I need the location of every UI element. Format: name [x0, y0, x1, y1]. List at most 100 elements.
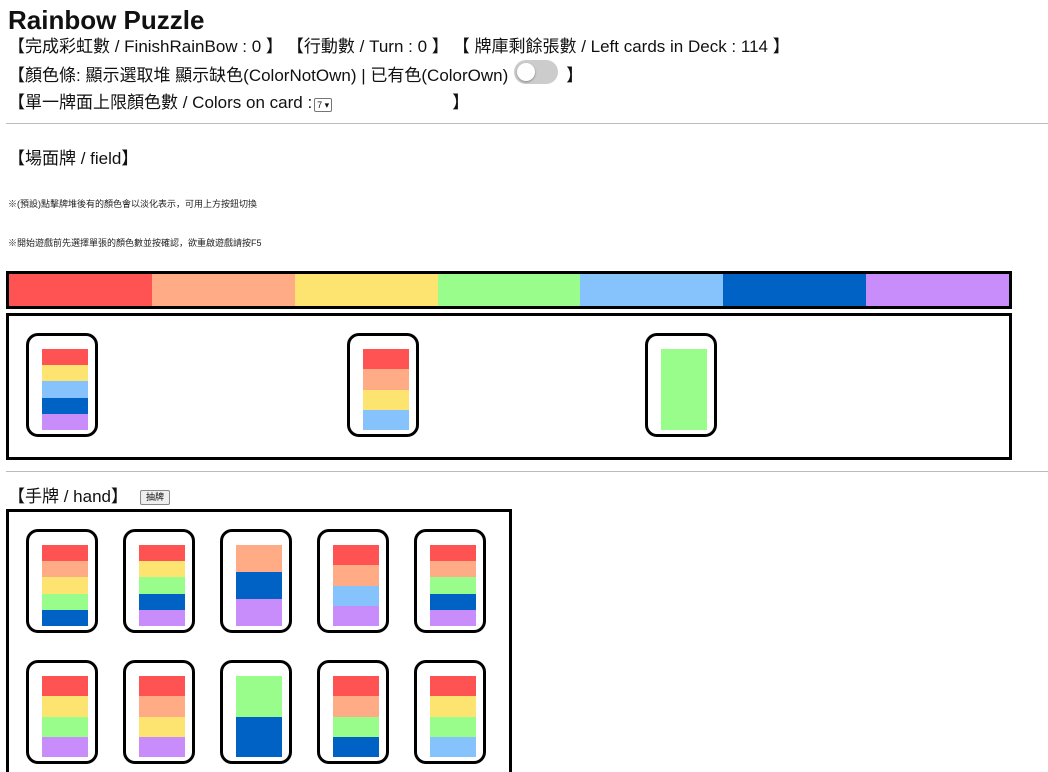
color-stripe-peach: [42, 561, 88, 578]
field-card[interactable]: [26, 333, 98, 437]
color-stripe-peach: [139, 696, 185, 717]
color-stripe-green: [661, 349, 707, 430]
rainbow-segment-yellow: [294, 274, 438, 306]
color-stripe-purple: [42, 736, 88, 757]
hand-area: [6, 509, 512, 772]
color-bar-option: 【顏色條: 顯示選取堆 顯示缺色(ColorNotOwn) | 已有色(Colo…: [8, 60, 583, 88]
card-color-stack: [139, 676, 185, 757]
field-note-2: ※開始遊戲前先選擇單張的顏色數並按確認，欲重啟遊戲請按F5: [8, 238, 262, 248]
colors-per-card-close: 】: [452, 93, 470, 112]
color-stripe-peach: [333, 696, 379, 717]
rainbow-segment-skyblue: [580, 274, 724, 306]
card-color-stack: [42, 349, 88, 431]
card-color-stack: [430, 676, 476, 757]
hand-card[interactable]: [220, 529, 292, 633]
hand-card[interactable]: [317, 660, 389, 764]
color-own-toggle[interactable]: [514, 60, 559, 84]
color-stripe-green: [333, 716, 379, 737]
color-stripe-skyblue: [430, 736, 476, 757]
field-card[interactable]: [645, 333, 717, 437]
color-stripe-green: [236, 676, 282, 717]
color-stripe-blue: [42, 609, 88, 627]
color-stripe-red: [333, 545, 379, 566]
color-stripe-purple: [430, 609, 476, 627]
hand-card[interactable]: [317, 529, 389, 633]
hand-card[interactable]: [220, 660, 292, 764]
color-stripe-red: [363, 349, 409, 370]
card-color-stack: [333, 676, 379, 757]
color-stripe-yellow: [42, 696, 88, 717]
rainbow-color-bar: [6, 271, 1012, 309]
card-color-stack: [661, 349, 707, 430]
hand-card[interactable]: [414, 660, 486, 764]
card-color-stack: [42, 545, 88, 627]
color-stripe-green: [42, 716, 88, 737]
card-color-stack: [333, 545, 379, 626]
color-stripe-blue: [236, 572, 282, 599]
rainbow-segment-purple: [866, 274, 1010, 306]
color-stripe-purple: [333, 605, 379, 626]
colors-per-card-option: 【單一牌面上限顏色數 / Colors on card : 7 ▾ 】: [8, 92, 469, 114]
color-stripe-yellow: [363, 389, 409, 410]
color-stripe-blue: [139, 593, 185, 610]
color-stripe-yellow: [430, 696, 476, 717]
color-stripe-yellow: [42, 577, 88, 594]
color-stripe-peach: [333, 565, 379, 586]
color-stripe-green: [430, 577, 476, 594]
color-stripe-yellow: [139, 716, 185, 737]
field-area: [6, 313, 1012, 460]
rainbow-segment-green: [437, 274, 581, 306]
colors-per-card-select[interactable]: 7 ▾: [314, 98, 333, 112]
color-stripe-red: [139, 676, 185, 697]
color-stripe-peach: [363, 369, 409, 390]
hand-label: 【手牌 / hand】: [8, 487, 128, 506]
color-bar-option-label: 【顏色條: 顯示選取堆 顯示缺色(ColorNotOwn) | 已有色(Colo…: [8, 66, 509, 85]
color-stripe-blue: [236, 716, 282, 757]
card-color-stack: [363, 349, 409, 430]
color-stripe-skyblue: [363, 409, 409, 430]
color-stripe-red: [333, 676, 379, 697]
turn-count: 【行動數 / Turn : 0 】: [286, 37, 449, 56]
divider: [6, 123, 1048, 124]
color-stripe-skyblue: [42, 381, 88, 398]
color-stripe-red: [430, 676, 476, 697]
app-title: Rainbow Puzzle: [8, 5, 205, 35]
status-line: 【完成彩虹數 / FinishRainBow : 0 】 【行動數 / Turn…: [8, 36, 794, 58]
color-stripe-yellow: [139, 561, 185, 578]
field-note-1: ※(預設)點擊牌堆後有的顏色會以淡化表示，可用上方按鈕切換: [8, 199, 257, 209]
card-color-stack: [42, 676, 88, 757]
color-stripe-red: [42, 676, 88, 697]
color-stripe-red: [42, 545, 88, 562]
finish-rainbow-count: 【完成彩虹數 / FinishRainBow : 0 】: [8, 37, 283, 56]
deck-left-count: 【 牌庫剩餘張數 / Left cards in Deck : 114 】: [452, 37, 790, 56]
color-stripe-purple: [139, 609, 185, 627]
hand-card[interactable]: [26, 529, 98, 633]
color-stripe-purple: [236, 599, 282, 626]
color-stripe-skyblue: [333, 585, 379, 606]
hand-card[interactable]: [123, 660, 195, 764]
color-stripe-green: [42, 593, 88, 610]
colors-per-card-label: 【單一牌面上限顏色數 / Colors on card :: [8, 93, 313, 112]
field-card[interactable]: [347, 333, 419, 437]
color-stripe-purple: [139, 736, 185, 757]
hand-card[interactable]: [414, 529, 486, 633]
card-color-stack: [430, 545, 476, 627]
hand-card[interactable]: [123, 529, 195, 633]
color-stripe-blue: [430, 593, 476, 610]
color-stripe-purple: [42, 413, 88, 431]
toggle-knob: [517, 63, 536, 81]
card-color-stack: [139, 545, 185, 627]
field-label: 【場面牌 / field】: [8, 149, 139, 168]
color-stripe-red: [430, 545, 476, 562]
color-stripe-red: [139, 545, 185, 562]
card-color-stack: [236, 676, 282, 757]
color-stripe-yellow: [42, 365, 88, 382]
rainbow-segment-peach: [151, 274, 295, 306]
divider: [6, 471, 1048, 472]
card-color-stack: [236, 545, 282, 626]
color-stripe-blue: [333, 736, 379, 757]
draw-card-button[interactable]: 抽牌: [140, 489, 171, 505]
hand-card[interactable]: [26, 660, 98, 764]
color-stripe-peach: [236, 545, 282, 572]
color-stripe-blue: [42, 397, 88, 414]
